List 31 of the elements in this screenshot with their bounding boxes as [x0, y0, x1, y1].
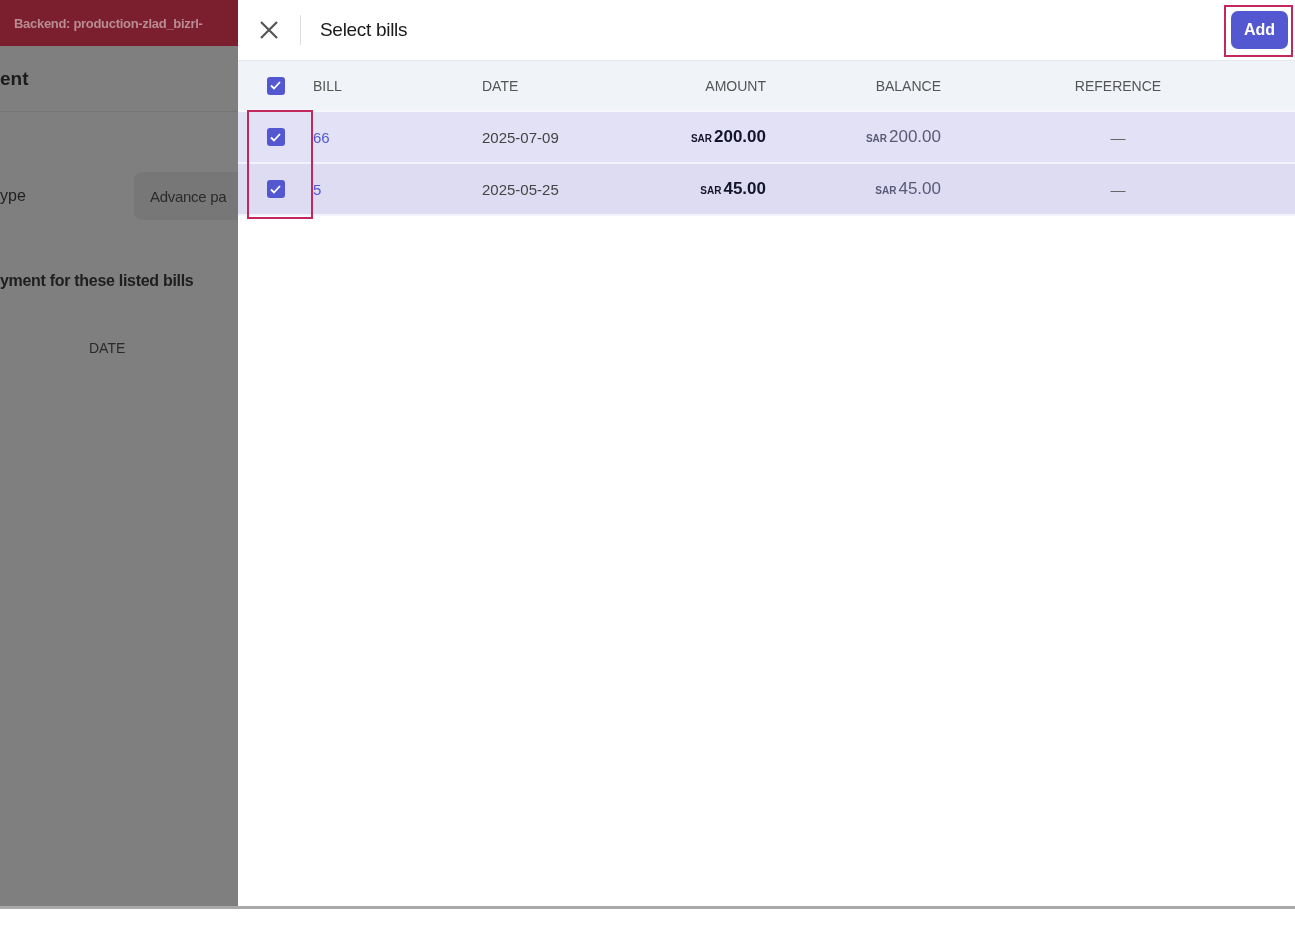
balance-cell: SAR 45.00 [875, 179, 941, 199]
check-icon [270, 81, 281, 90]
type-field[interactable]: Advance pa [134, 172, 238, 220]
column-header: AMOUNT [704, 77, 766, 94]
page-heading: ent [0, 67, 29, 90]
bill-link[interactable]: 66 [313, 128, 330, 146]
date-cell-text: 2025-07-09 [482, 128, 560, 146]
column-header: BALANCE [874, 77, 941, 94]
drawer-title: Select bills [320, 19, 408, 41]
column-header: DATE [482, 77, 520, 94]
bill-link[interactable]: 5 [313, 180, 322, 198]
reference-cell: — [1110, 180, 1126, 198]
add-button[interactable]: Add [1230, 11, 1288, 49]
column-header: BILL [313, 77, 343, 94]
section-title: yment for these listed bills [0, 272, 195, 290]
table-row[interactable]: 66 2025-07-09 SAR200.00 SAR 200.00 — [238, 112, 1295, 164]
table-row[interactable]: 5 2025-05-25 SAR45.00 SAR 45.00 — [238, 164, 1295, 216]
banner-text: Backend: production-zlad_bizrl- [14, 15, 203, 31]
amount-cell: SAR200.00 [690, 127, 766, 147]
field-label: ype [0, 187, 26, 205]
date-cell-text: 2025-05-25 [482, 180, 560, 198]
check-icon [270, 184, 281, 194]
check-icon [270, 132, 281, 142]
column-header: REFERENCE [1073, 77, 1163, 94]
column-header: DATE [89, 340, 127, 356]
checkbox[interactable] [266, 76, 285, 95]
balance-cell: SAR 200.00 [865, 127, 941, 147]
amount-cell: SAR45.00 [700, 179, 766, 199]
checkbox[interactable] [266, 180, 285, 198]
checkbox[interactable] [266, 128, 285, 146]
reference-cell: — [1110, 128, 1126, 146]
